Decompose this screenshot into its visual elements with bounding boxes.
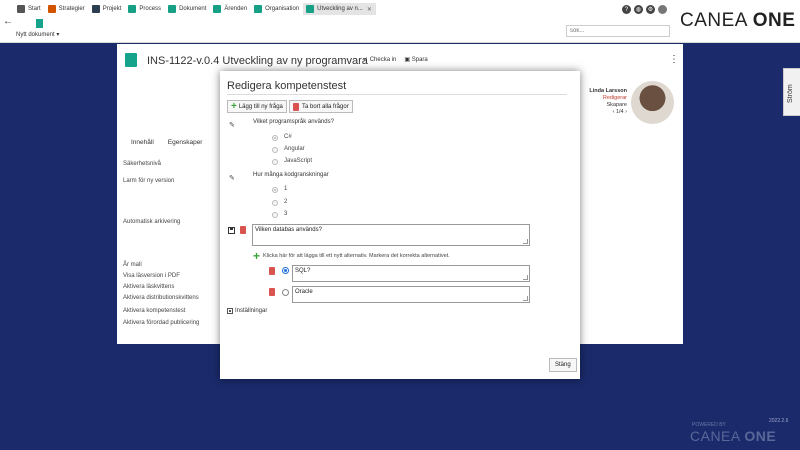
new-document-icon <box>36 19 43 28</box>
new-document-label: Nytt dokument <box>16 32 55 38</box>
edit-question-icon[interactable]: ✎ <box>229 174 235 182</box>
avatar[interactable] <box>658 5 667 14</box>
organisation-icon <box>254 5 263 13</box>
option-radio <box>272 212 278 218</box>
delete-all-label: Ta bort alla frågor <box>302 103 349 110</box>
back-arrow-icon[interactable]: ← <box>3 16 13 27</box>
tab-label: Organisation <box>265 6 300 12</box>
project-icon <box>91 5 100 13</box>
tab-dokument[interactable]: Dokument <box>165 3 210 15</box>
edit-competence-test-dialog: Redigera kompetenstest + Lägg till ny fr… <box>220 71 580 379</box>
alternative-textarea[interactable]: Oracle <box>292 286 530 303</box>
option-label: 2 <box>284 199 288 205</box>
brand-logo: CANEA ONE <box>680 10 795 32</box>
tab-organisation[interactable]: Organisation <box>251 3 303 15</box>
add-question-button[interactable]: + Lägg till ny fråga <box>227 100 287 113</box>
question-textarea[interactable]: Vilken databas används? <box>252 224 530 246</box>
tab-label: Process <box>139 6 162 12</box>
option-radio <box>272 147 278 153</box>
add-alternative-button[interactable]: + Klicka här för att lägga till ett nytt… <box>253 249 450 263</box>
edit-question-icon[interactable]: ✎ <box>229 121 235 129</box>
add-question-label: Lägg till ny fråga <box>238 103 283 110</box>
tab-arenden[interactable]: Ärenden <box>210 3 251 15</box>
home-icon <box>17 5 25 13</box>
strategy-icon <box>47 5 56 13</box>
dialog-title: Redigera kompetenstest <box>227 80 347 92</box>
brand-suffix: ONE <box>752 10 796 31</box>
tab-start[interactable]: Start <box>14 3 45 15</box>
delete-question-icon[interactable] <box>240 226 246 234</box>
option-radio <box>272 187 278 193</box>
option-label: C# <box>284 134 292 140</box>
option-radio <box>272 135 278 141</box>
close-button[interactable]: Stäng <box>549 358 577 372</box>
delete-all-questions-button[interactable]: Ta bort alla frågor <box>289 100 353 113</box>
help-icon[interactable]: ? <box>622 5 631 14</box>
settings-toggle[interactable]: Inställningar <box>227 308 267 314</box>
process-icon <box>128 5 137 13</box>
option-label: 1 <box>284 186 288 192</box>
option-label: JavaScript <box>284 158 313 164</box>
question-text: Hur många kodgranskningar <box>253 172 329 178</box>
question-text: Vilket programspråk används? <box>253 119 334 125</box>
correct-alternative-radio[interactable] <box>282 289 289 296</box>
expand-icon <box>227 308 233 314</box>
plus-icon: + <box>231 100 237 112</box>
document-icon <box>168 5 177 13</box>
tab-utveckling[interactable]: Utveckling av n... ✕ <box>303 3 376 15</box>
option-radio <box>272 159 278 165</box>
tab-label: Projekt <box>102 6 122 12</box>
tab-process[interactable]: Process <box>125 3 165 15</box>
plus-icon: + <box>253 249 261 263</box>
search-input[interactable] <box>566 25 670 37</box>
tab-label: Ärenden <box>224 6 248 12</box>
option-label: 3 <box>284 211 288 217</box>
tab-projekt[interactable]: Projekt <box>89 3 126 15</box>
option-radio <box>272 200 278 206</box>
globe-icon[interactable]: ◍ <box>634 5 643 14</box>
delete-alternative-icon[interactable] <box>269 288 275 296</box>
add-alternative-hint: Klicka här för att lägga till ett nytt a… <box>263 253 450 259</box>
settings-label: Inställningar <box>235 308 268 314</box>
divider <box>227 94 567 95</box>
gear-icon[interactable]: ⚙ <box>646 5 655 14</box>
tab-label: Dokument <box>179 6 207 12</box>
app-tabs: Start Strategier Projekt Process Dokumen… <box>14 3 376 15</box>
tab-label: Utveckling av n... <box>317 6 363 12</box>
document-icon <box>306 5 315 13</box>
correct-alternative-radio[interactable] <box>282 267 289 274</box>
top-bar: Start Strategier Projekt Process Dokumen… <box>0 0 800 43</box>
option-label: Angular <box>284 146 305 152</box>
delete-alternative-icon[interactable] <box>269 267 275 275</box>
close-icon[interactable]: ✕ <box>367 6 372 13</box>
tab-label: Start <box>28 6 41 12</box>
alternative-textarea[interactable]: SQL? <box>292 265 530 282</box>
tab-label: Strategier <box>58 6 85 12</box>
save-question-icon[interactable] <box>228 227 235 234</box>
top-icons: ? ◍ ⚙ <box>622 5 667 14</box>
cases-icon <box>213 5 222 13</box>
trash-icon <box>293 102 299 111</box>
tab-strategier[interactable]: Strategier <box>45 3 89 15</box>
brand-prefix: CANEA <box>680 10 747 31</box>
